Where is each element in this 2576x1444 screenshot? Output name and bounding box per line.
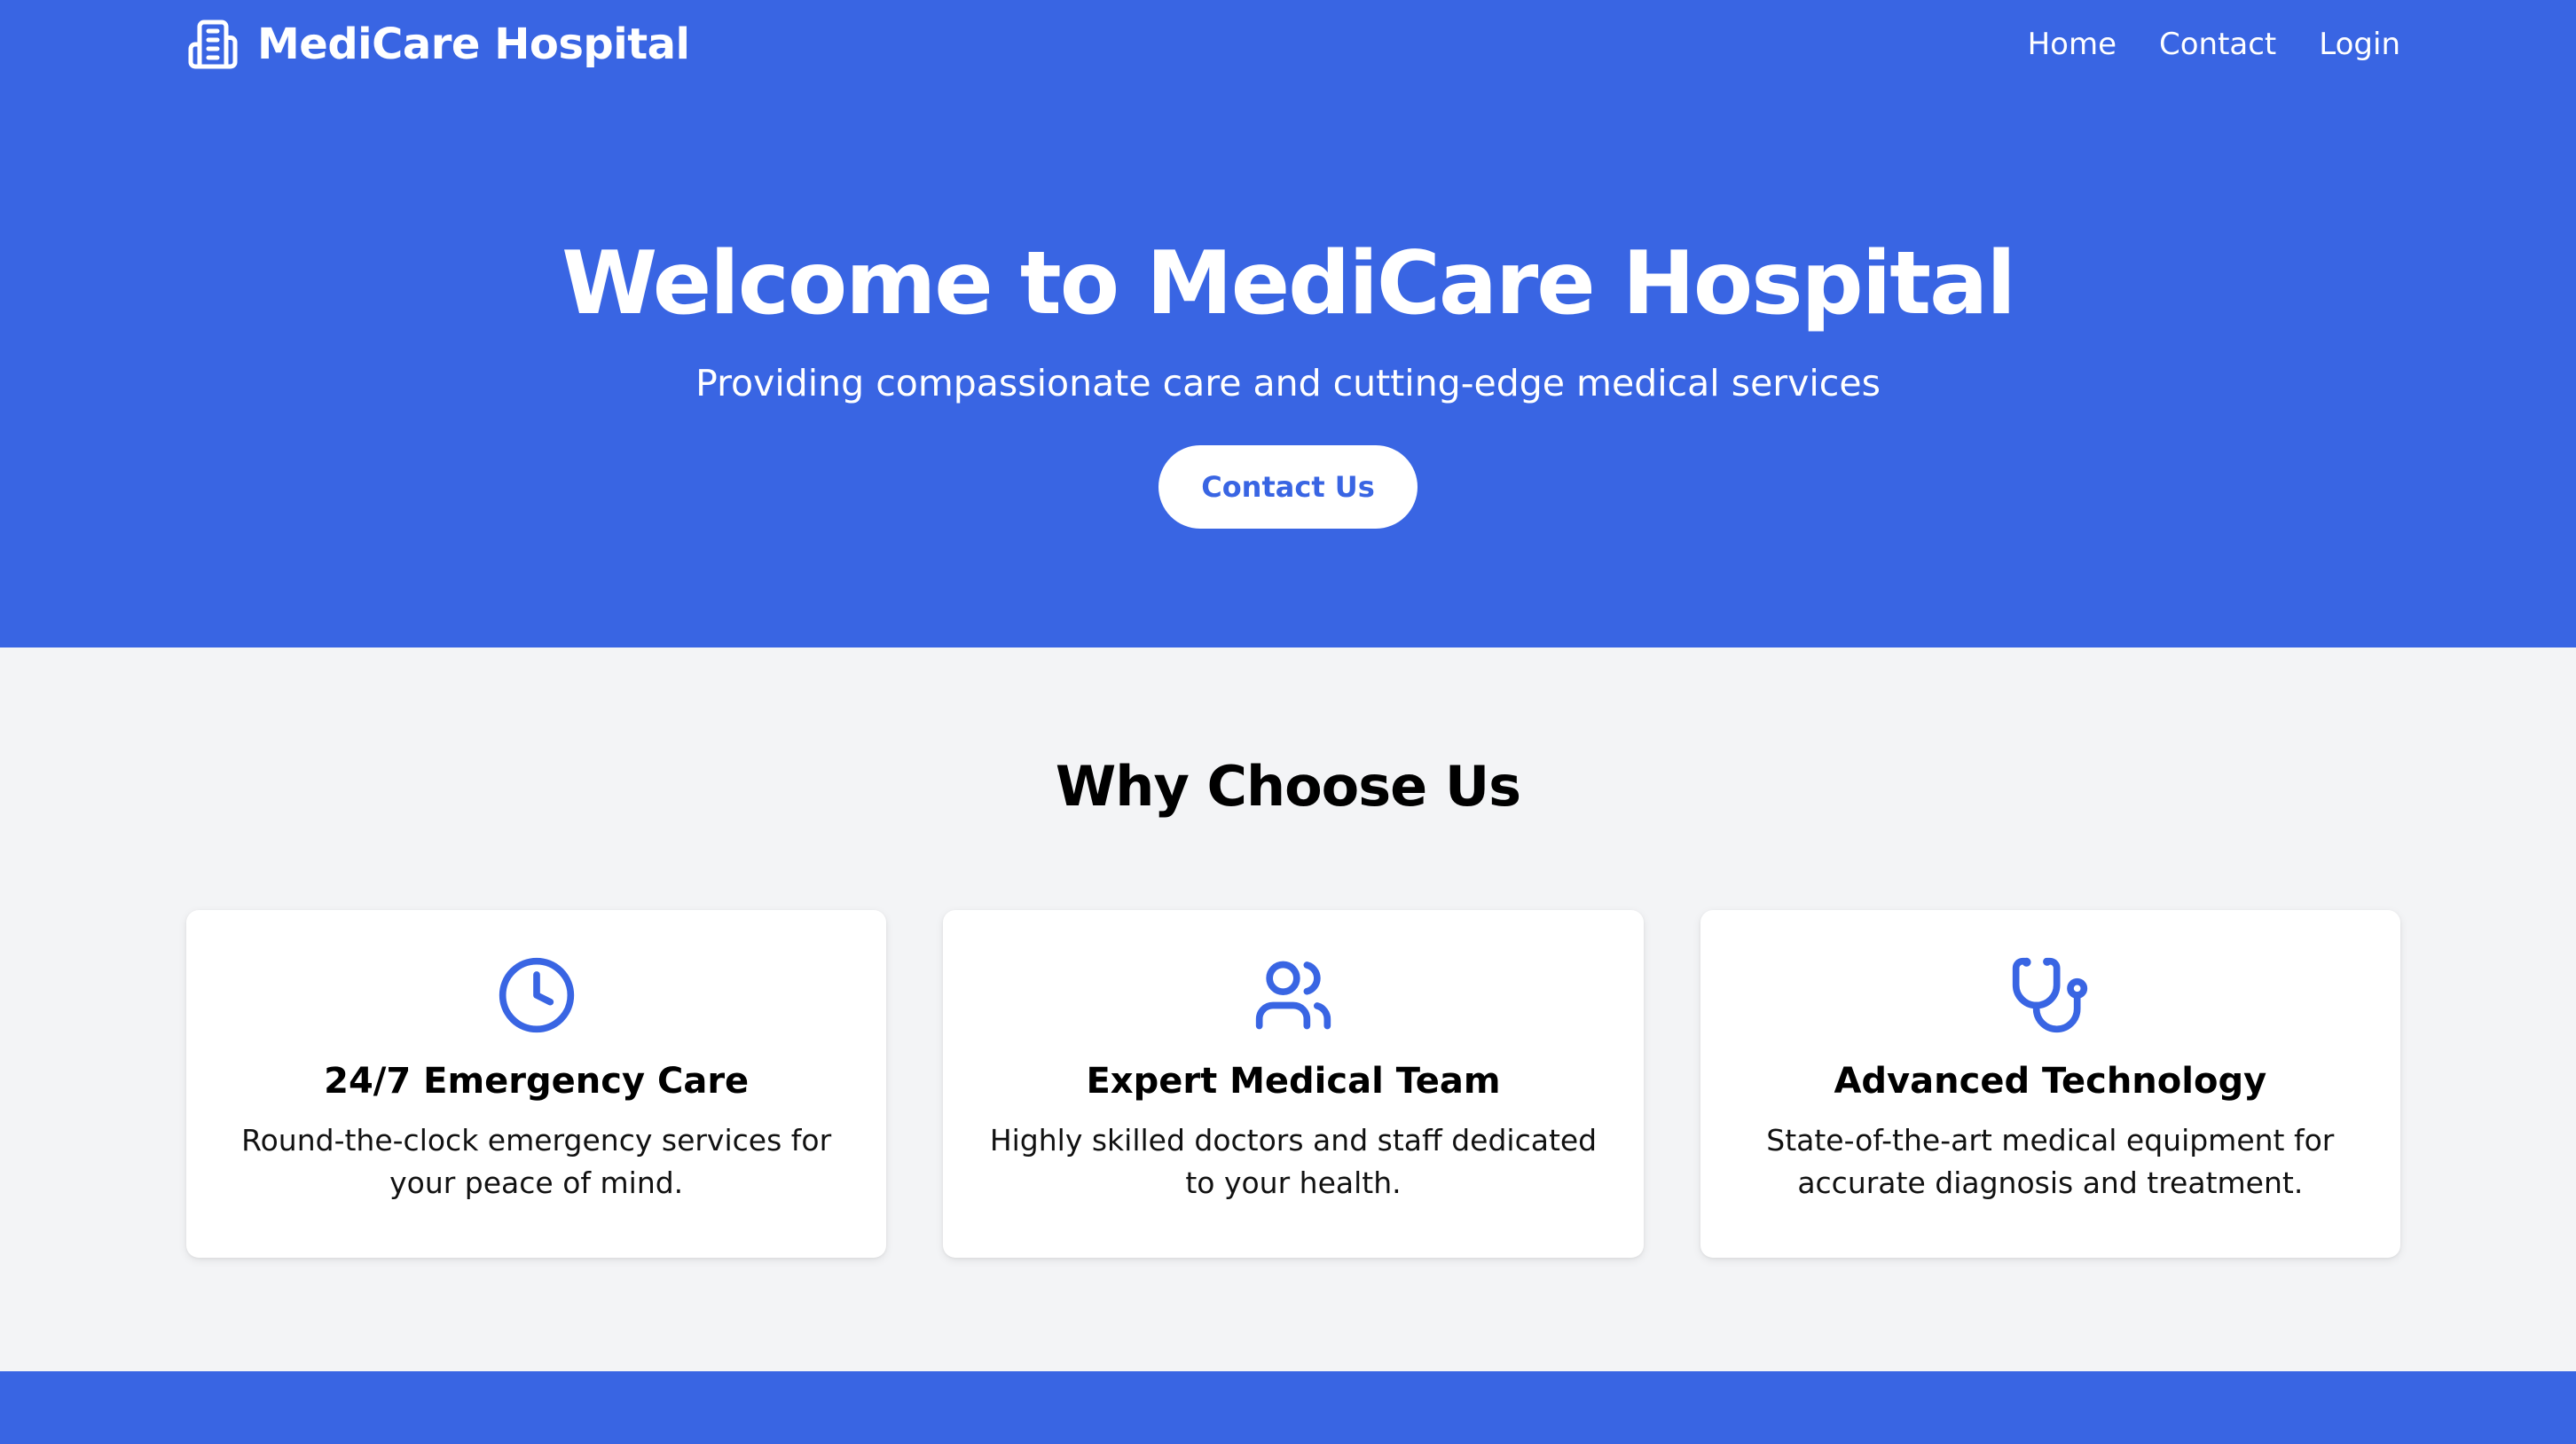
footer-bar bbox=[0, 1371, 2576, 1444]
card-title: Advanced Technology bbox=[1834, 1061, 2267, 1102]
hero-section: MediCare Hospital Home Contact Login Wel… bbox=[0, 0, 2576, 647]
brand[interactable]: MediCare Hospital bbox=[186, 18, 690, 71]
users-icon bbox=[1255, 961, 1331, 1030]
features-section: Why Choose Us 24/7 Emergency Care Round-… bbox=[0, 647, 2576, 1371]
clock-icon bbox=[499, 957, 574, 1033]
nav-link-login[interactable]: Login bbox=[2319, 27, 2400, 62]
card-description: Round-the-clock emergency services for y… bbox=[241, 1123, 832, 1200]
card-title: 24/7 Emergency Care bbox=[324, 1061, 750, 1102]
stethoscope-icon bbox=[2013, 957, 2088, 1033]
nav-link-contact[interactable]: Contact bbox=[2159, 27, 2276, 62]
nav-link-home[interactable]: Home bbox=[2028, 27, 2117, 62]
hero-content: Welcome to MediCare Hospital Providing c… bbox=[0, 222, 2576, 529]
contact-us-button[interactable]: Contact Us bbox=[1158, 445, 1418, 529]
hospital-building-icon bbox=[188, 20, 238, 69]
card-title: Expert Medical Team bbox=[1086, 1061, 1501, 1102]
nav-links: Home Contact Login bbox=[2028, 27, 2400, 62]
card-description: State-of-the-art medical equipment for a… bbox=[1766, 1123, 2335, 1200]
card-description: Highly skilled doctors and staff dedicat… bbox=[989, 1123, 1598, 1200]
hero-subtitle: Providing compassionate care and cutting… bbox=[695, 362, 1881, 404]
section-title: Why Choose Us bbox=[1055, 754, 1521, 819]
feature-card-team: Expert Medical Team Highly skilled docto… bbox=[943, 910, 1644, 1258]
feature-card-technology: Advanced Technology State-of-the-art med… bbox=[1700, 910, 2400, 1258]
navbar: MediCare Hospital Home Contact Login bbox=[186, 0, 2400, 89]
brand-name: MediCare Hospital bbox=[257, 20, 690, 69]
hero-title: Welcome to MediCare Hospital bbox=[562, 233, 2016, 334]
feature-cards: 24/7 Emergency Care Round-the-clock emer… bbox=[186, 910, 2400, 1258]
feature-card-emergency: 24/7 Emergency Care Round-the-clock emer… bbox=[186, 910, 887, 1258]
